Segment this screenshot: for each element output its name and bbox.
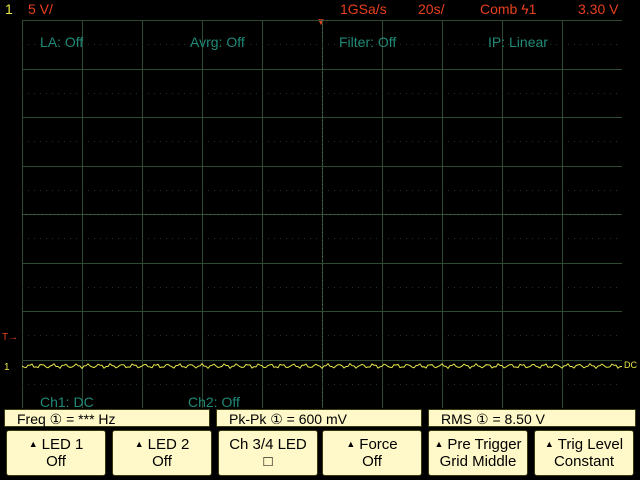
softkey-label: LED 1 xyxy=(41,436,84,453)
led1-softkey[interactable]: ▲ LED 1 Off xyxy=(6,430,106,476)
ch1-ground-marker: 1 xyxy=(4,362,10,373)
status-ip: IP: Linear xyxy=(488,34,548,50)
channel-number[interactable]: 1 xyxy=(5,0,13,18)
waveform-display[interactable] xyxy=(22,20,622,408)
rms-measurement[interactable]: RMS ① = 8.50 V xyxy=(428,409,636,427)
trigger-level-marker: T→ xyxy=(2,332,19,343)
pre-trigger-softkey[interactable]: ▲ Pre Trigger Grid Middle xyxy=(428,430,528,476)
force-softkey[interactable]: ▲ Force Off xyxy=(322,430,422,476)
softkey-label: LED 2 xyxy=(147,436,190,453)
graticule xyxy=(22,20,622,408)
freq-measurement[interactable]: Freq ① = *** Hz xyxy=(4,409,210,427)
softkey-value: Off xyxy=(362,453,382,470)
softkey-bar: ▲ LED 1 Off ▲ LED 2 Off Ch 3/4 LED □ ▲ Forc… xyxy=(0,430,640,480)
dc-marker: DC xyxy=(624,360,637,370)
vertical-scale[interactable]: 5 V/ xyxy=(28,0,53,18)
up-arrow-icon: ▲ xyxy=(434,439,444,449)
ch34-led-softkey[interactable]: Ch 3/4 LED □ xyxy=(218,430,318,476)
up-arrow-icon: ▲ xyxy=(544,439,554,449)
trigger-source: ϟ1 xyxy=(521,1,537,17)
trigger-mode-label: Comb xyxy=(480,1,518,17)
checkbox-icon: □ xyxy=(263,453,273,470)
softkey-label: Pre Trigger xyxy=(447,436,522,453)
softkey-value: Grid Middle xyxy=(439,453,517,470)
up-arrow-icon: ▲ xyxy=(28,439,38,449)
trig-level-softkey[interactable]: ▲ Trig Level Constant xyxy=(534,430,634,476)
softkey-value: Off xyxy=(46,453,66,470)
top-status-bar: 1 5 V/ 1GSa/s 20s/ Comb ϟ1 3.30 V xyxy=(0,0,640,18)
softkey-label: Force xyxy=(359,436,398,453)
softkey-label: Trig Level xyxy=(557,436,624,453)
pkpk-measurement[interactable]: Pk-Pk ① = 600 mV xyxy=(216,409,422,427)
sample-rate: 1GSa/s xyxy=(340,1,387,17)
status-avrg: Avrg: Off xyxy=(190,34,245,50)
softkey-label: Ch 3/4 LED xyxy=(229,436,307,453)
softkey-value: Off xyxy=(152,453,172,470)
status-la: LA: Off xyxy=(40,34,84,50)
trigger-mode[interactable]: Comb ϟ1 xyxy=(480,0,536,18)
measurement-bar: Freq ① = *** Hz Pk-Pk ① = 600 mV RMS ① =… xyxy=(0,408,640,428)
led2-softkey[interactable]: ▲ LED 2 Off xyxy=(112,430,212,476)
status-filter: Filter: Off xyxy=(339,34,397,50)
softkey-value: Constant xyxy=(553,453,615,470)
timebase[interactable]: 20s/ xyxy=(418,0,444,18)
up-arrow-icon: ▲ xyxy=(134,439,144,449)
trigger-level[interactable]: 3.30 V xyxy=(578,0,618,18)
up-arrow-icon: ▲ xyxy=(346,439,356,449)
